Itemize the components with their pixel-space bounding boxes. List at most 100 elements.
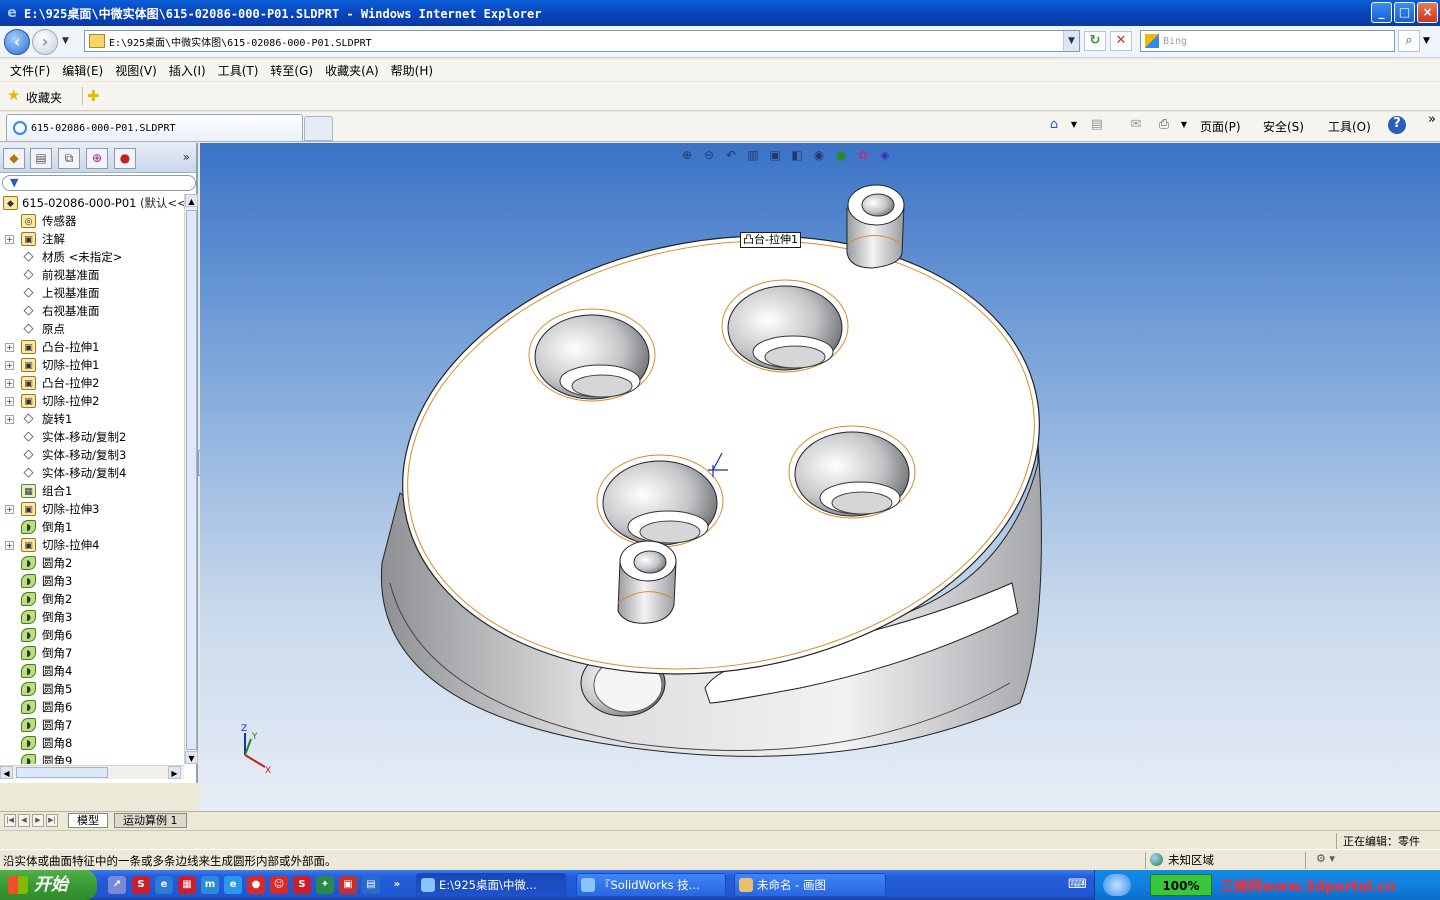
tab-next-icon[interactable]: ▶ <box>32 814 44 827</box>
hide-show-icon[interactable]: ◉ <box>810 147 828 163</box>
hscroll-thumb[interactable] <box>16 767 108 778</box>
tree-item[interactable]: ◇ 材质 <未指定> <box>0 248 184 266</box>
hole-1[interactable] <box>528 308 656 402</box>
search-options-icon[interactable]: ▼ <box>1423 36 1430 46</box>
tree-item[interactable]: ◗ 倒角1 <box>0 518 184 536</box>
expand-icon[interactable]: + <box>5 343 14 352</box>
quicklaunch-tool2-icon[interactable]: ▣ <box>339 876 357 894</box>
view-orientation-icon[interactable]: ▣ <box>766 147 784 163</box>
network-icon[interactable] <box>1103 874 1131 896</box>
feeds-icon[interactable]: ▤ <box>1089 117 1105 133</box>
part-model[interactable]: Z Y X <box>200 143 1440 811</box>
edit-appearance-icon[interactable]: ● <box>832 147 850 163</box>
panel-more-icon[interactable]: » <box>183 150 190 164</box>
menu-favorites[interactable]: 收藏夹(A) <box>321 62 387 79</box>
view-settings-icon[interactable]: ◈ <box>876 147 894 163</box>
start-button[interactable]: 开始 <box>0 870 97 900</box>
menu-tools[interactable]: 工具(T) <box>214 62 267 79</box>
tree-item[interactable]: + ▣ 切除-拉伸2 <box>0 392 184 410</box>
keyboard-icon[interactable]: ⌨ <box>1068 876 1087 894</box>
minimize-button[interactable]: _ <box>1371 2 1392 23</box>
expand-icon[interactable]: + <box>5 235 14 244</box>
tree-item[interactable]: ◗ 圆角8 <box>0 734 184 752</box>
zoom-to-fit-icon[interactable]: ⊕ <box>678 147 696 163</box>
tools-menu[interactable]: 工具(O) <box>1328 118 1371 135</box>
tree-item[interactable]: ◇ 原点 <box>0 320 184 338</box>
tab-current[interactable]: 615-02086-000-P01.SLDPRT <box>6 114 303 141</box>
menu-view[interactable]: 视图(V) <box>111 62 165 79</box>
home-dropdown-icon[interactable]: ▼ <box>1066 117 1082 133</box>
quicklaunch-tool-icon[interactable]: ✦ <box>316 876 334 894</box>
tree-item[interactable]: ◇ 实体-移动/复制2 <box>0 428 184 446</box>
tree-item[interactable]: ◗ 圆角7 <box>0 716 184 734</box>
display-style-icon[interactable]: ◧ <box>788 147 806 163</box>
tree-item[interactable]: ◗ 圆角4 <box>0 662 184 680</box>
tree-item[interactable]: ◗ 倒角7 <box>0 644 184 662</box>
page-menu[interactable]: 页面(P) <box>1200 118 1241 135</box>
tree-item[interactable]: ◇ 实体-移动/复制4 <box>0 464 184 482</box>
tree-item[interactable]: ◗ 倒角3 <box>0 608 184 626</box>
history-dropdown-icon[interactable]: ▼ <box>62 36 69 46</box>
print-icon[interactable]: ⎙ <box>1156 117 1172 133</box>
quicklaunch-messenger-icon[interactable]: m <box>201 876 219 894</box>
security-zone[interactable]: 未知区域 <box>1145 852 1214 869</box>
expand-icon[interactable]: + <box>5 379 14 388</box>
scroll-right-icon[interactable]: ▶ <box>168 766 181 779</box>
tab-motion-study[interactable]: 运动算例 1 <box>114 813 187 828</box>
search-button[interactable]: ⌕ <box>1398 30 1420 52</box>
tree-item[interactable]: ◗ 圆角3 <box>0 572 184 590</box>
home-icon[interactable]: ⌂ <box>1046 117 1062 133</box>
tree-vertical-scrollbar[interactable]: ▲ ▼ <box>184 194 198 764</box>
safety-menu[interactable]: 安全(S) <box>1263 118 1304 135</box>
menu-insert[interactable]: 插入(I) <box>165 62 214 79</box>
configuration-tab-icon[interactable]: ⧉ <box>58 148 80 169</box>
url-dropdown-icon[interactable]: ▼ <box>1063 31 1079 51</box>
tree-item[interactable]: ◇ 实体-移动/复制3 <box>0 446 184 464</box>
url-field[interactable]: E:\925桌面\中微实体图\615-02086-000-P01.SLDPRT … <box>84 30 1080 52</box>
previous-view-icon[interactable]: ↶ <box>722 147 740 163</box>
tree-item[interactable]: ▦ 组合1 <box>0 482 184 500</box>
scroll-down-icon[interactable]: ▼ <box>185 751 198 764</box>
scroll-up-icon[interactable]: ▲ <box>185 194 198 207</box>
graphics-viewport[interactable]: Z Y X <box>200 143 1440 811</box>
pin-top[interactable] <box>846 184 905 269</box>
scroll-left-icon[interactable]: ◀ <box>0 766 13 779</box>
menu-help[interactable]: 帮助(H) <box>387 62 441 79</box>
expand-icon[interactable]: + <box>5 541 14 550</box>
tab-first-icon[interactable]: |◀ <box>4 814 16 827</box>
stop-button[interactable]: ✕ <box>1110 31 1132 51</box>
forward-button[interactable]: › <box>32 29 58 55</box>
task-solidworks-forum[interactable]: 『SolidWorks 技... <box>576 873 726 897</box>
mail-icon[interactable]: ✉ <box>1128 117 1144 133</box>
tree-item[interactable]: + ▣ 注解 <box>0 230 184 248</box>
scroll-thumb[interactable] <box>186 210 197 750</box>
tree-item[interactable]: ◗ 圆角5 <box>0 680 184 698</box>
quicklaunch-browser-icon[interactable]: e <box>224 876 242 894</box>
chevron-more-icon[interactable]: » <box>1424 112 1440 128</box>
hole-3[interactable] <box>788 425 916 519</box>
tree-item[interactable]: ◗ 圆角2 <box>0 554 184 572</box>
hole-4[interactable] <box>596 454 724 548</box>
print-dropdown-icon[interactable]: ▼ <box>1176 117 1192 133</box>
pin-bottom[interactable] <box>617 540 677 624</box>
tree-item[interactable]: ◗ 倒角2 <box>0 590 184 608</box>
refresh-button[interactable]: ↻ <box>1084 31 1106 51</box>
quicklaunch-qq-icon[interactable]: ● <box>247 876 265 894</box>
quicklaunch-app-icon[interactable]: ▦ <box>178 876 196 894</box>
search-input[interactable]: Bing <box>1140 30 1395 52</box>
new-tab-button[interactable] <box>304 116 333 141</box>
tab-prev-icon[interactable]: ◀ <box>18 814 30 827</box>
feature-tree-tab-icon[interactable]: ◆ <box>3 148 25 169</box>
tree-item[interactable]: ◇ 右视基准面 <box>0 302 184 320</box>
help-icon[interactable]: ? <box>1388 116 1406 134</box>
zoom-indicator[interactable]: 100% <box>1150 874 1212 896</box>
favorites-star-icon[interactable]: ★ <box>7 88 20 103</box>
maximize-button[interactable]: □ <box>1394 2 1415 23</box>
tree-item[interactable]: + ▣ 切除-拉伸4 <box>0 536 184 554</box>
tree-filter-input[interactable]: ▼ <box>2 175 196 191</box>
tree-item[interactable]: + ▣ 凸台-拉伸1 <box>0 338 184 356</box>
tree-item[interactable]: ◇ 前视基准面 <box>0 266 184 284</box>
dimxpert-tab-icon[interactable]: ⊕ <box>86 148 108 169</box>
quicklaunch-solidworks-icon[interactable]: S <box>132 876 150 894</box>
favorites-button[interactable]: 收藏夹 <box>26 89 62 106</box>
